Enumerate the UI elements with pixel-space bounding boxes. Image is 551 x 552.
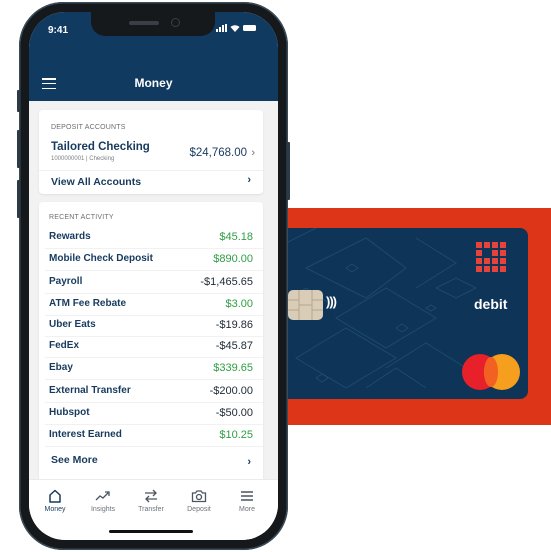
- activity-name: Hubspot: [49, 407, 90, 418]
- activity-amount: -$45.87: [215, 340, 253, 352]
- activity-name: Interest Earned: [49, 429, 122, 440]
- activity-name: ATM Fee Rebate: [49, 298, 127, 309]
- divider: [45, 270, 263, 271]
- activity-name: Ebay: [49, 362, 73, 373]
- activity-amount: -$19.86: [215, 319, 253, 331]
- activity-row[interactable]: Interest Earned $10.25: [39, 425, 263, 447]
- account-balance: $24,768.00: [189, 147, 247, 159]
- activity-row[interactable]: Ebay $339.65: [39, 358, 263, 380]
- chevron-right-icon: ›: [247, 456, 251, 468]
- activity-name: External Transfer: [49, 385, 131, 396]
- activity-row[interactable]: Mobile Check Deposit $890.00: [39, 249, 263, 271]
- view-all-accounts-label: View All Accounts: [51, 176, 142, 188]
- tab-money[interactable]: Money: [32, 488, 78, 513]
- activity-amount: -$1,465.65: [200, 276, 253, 288]
- activity-row[interactable]: Rewards $45.18: [39, 227, 263, 249]
- tab-transfer[interactable]: Transfer: [128, 488, 174, 513]
- divider: [45, 446, 263, 447]
- status-icons: [216, 24, 256, 32]
- bank-logo-icon: [476, 242, 506, 272]
- tab-label: Money: [44, 506, 66, 513]
- activity-row[interactable]: External Transfer -$200.00: [39, 381, 263, 403]
- tab-more[interactable]: More: [224, 488, 270, 513]
- tab-label: Deposit: [187, 506, 211, 513]
- volume-down-button: [17, 180, 20, 218]
- battery-icon: [243, 25, 256, 31]
- home-icon: [32, 488, 78, 504]
- speaker: [129, 21, 159, 25]
- activity-row[interactable]: Uber Eats -$19.86: [39, 315, 263, 337]
- activity-row[interactable]: Hubspot -$50.00: [39, 403, 263, 425]
- activity-amount: $339.65: [213, 362, 253, 374]
- chevron-right-icon: ›: [251, 147, 255, 159]
- home-indicator: [109, 530, 193, 533]
- chevron-right-icon: ›: [247, 174, 251, 186]
- mastercard-logo-icon: [462, 354, 520, 390]
- activity-name: Payroll: [49, 276, 83, 287]
- page-title: Money: [134, 76, 173, 90]
- account-name: Tailored Checking: [51, 141, 150, 153]
- debit-card: ))) debit: [276, 228, 528, 399]
- activity-name: Rewards: [49, 231, 91, 242]
- menu-icon: [224, 488, 270, 504]
- status-time: 9:41: [48, 25, 69, 36]
- recent-activity-label: RECENT ACTIVITY: [49, 214, 114, 221]
- tab-deposit[interactable]: Deposit: [176, 488, 222, 513]
- activity-amount: $10.25: [219, 429, 253, 441]
- see-more-label: See More: [51, 454, 98, 466]
- tab-label: More: [239, 506, 255, 513]
- mute-switch: [17, 90, 20, 112]
- activity-name: Mobile Check Deposit: [49, 253, 153, 264]
- transfer-arrows-icon: [128, 488, 174, 504]
- recent-activity-card: RECENT ACTIVITY Rewards $45.18 Mobile Chec…: [39, 202, 263, 492]
- tab-insights[interactable]: Insights: [80, 488, 126, 513]
- activity-amount: $3.00: [225, 298, 253, 310]
- divider: [39, 170, 263, 171]
- notch: [91, 12, 215, 36]
- deposit-accounts-card: DEPOSIT ACCOUNTS Tailored Checking 10000…: [39, 110, 263, 194]
- camera-icon: [176, 488, 222, 504]
- activity-name: Uber Eats: [49, 319, 96, 330]
- signal-icon: [216, 24, 227, 32]
- activity-name: FedEx: [49, 340, 80, 351]
- activity-amount: -$50.00: [215, 407, 253, 419]
- wifi-icon: [230, 25, 240, 32]
- activity-amount: $45.18: [219, 231, 253, 243]
- volume-up-button: [17, 130, 20, 168]
- account-meta: 1000000001 | Checking: [51, 156, 115, 162]
- activity-row[interactable]: FedEx -$45.87: [39, 336, 263, 358]
- activity-amount: $890.00: [213, 253, 253, 265]
- phone-frame: 9:41 Money DEPOSIT ACCOUNTS Tailored Che…: [17, 2, 290, 550]
- tab-label: Insights: [90, 506, 116, 513]
- card-type-label: debit: [474, 296, 508, 312]
- tab-label: Transfer: [138, 506, 164, 513]
- divider: [45, 379, 263, 380]
- activity-row[interactable]: ATM Fee Rebate $3.00: [39, 294, 263, 316]
- front-camera: [171, 18, 180, 27]
- chip-icon: [288, 290, 323, 320]
- deposit-accounts-label: DEPOSIT ACCOUNTS: [51, 124, 126, 131]
- power-button: [287, 142, 290, 200]
- contactless-icon: ))): [326, 294, 337, 309]
- activity-row[interactable]: Payroll -$1,465.65: [39, 272, 263, 294]
- trending-up-icon: [80, 488, 126, 504]
- app-screen: 9:41 Money DEPOSIT ACCOUNTS Tailored Che…: [29, 12, 278, 540]
- activity-amount: -$200.00: [209, 385, 253, 397]
